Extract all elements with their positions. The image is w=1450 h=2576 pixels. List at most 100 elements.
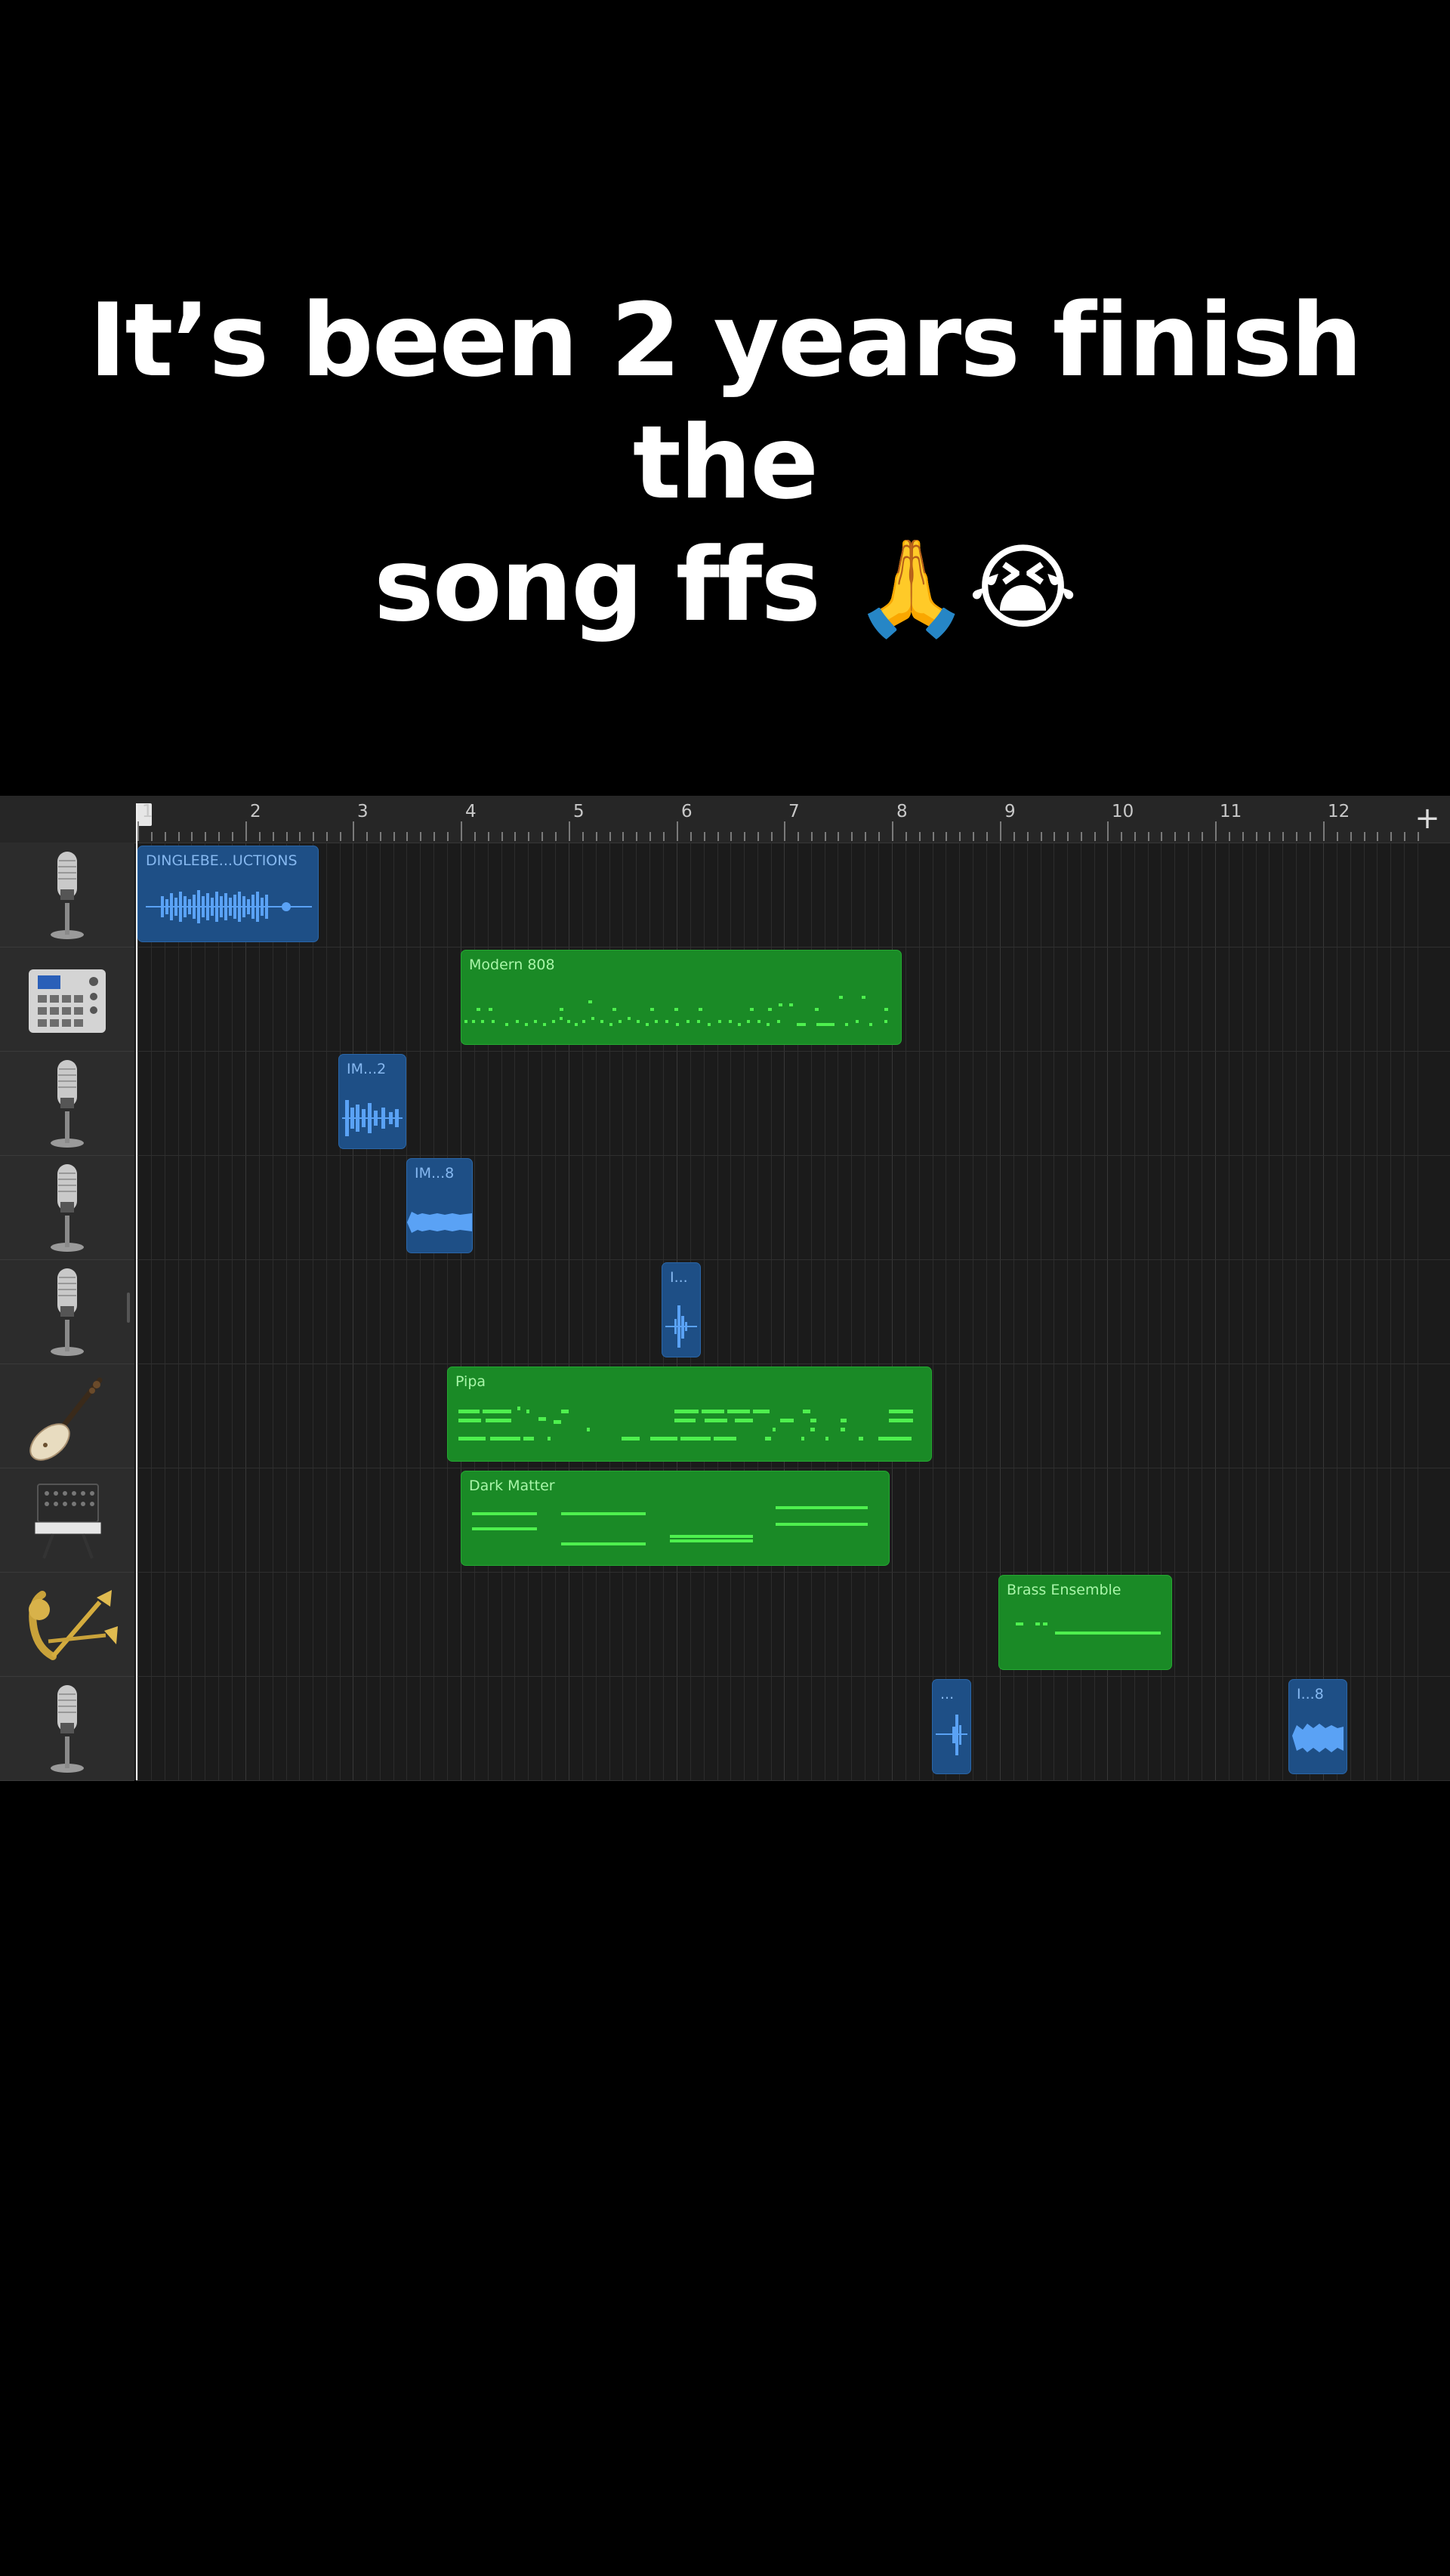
ruler-tick bbox=[596, 832, 597, 841]
track-header-7[interactable] bbox=[0, 1468, 134, 1573]
daw-tracks-view: + 1 2 3 4 5 6 7 8 9 10 11 12 DINGLEBE...… bbox=[0, 796, 1450, 1781]
ruler-tick bbox=[878, 832, 880, 841]
ruler-tick bbox=[1377, 832, 1378, 841]
ruler-tick bbox=[326, 832, 328, 841]
region-pipa[interactable]: Pipa bbox=[447, 1367, 932, 1462]
ruler-tick bbox=[811, 832, 813, 841]
ruler-tick bbox=[488, 832, 489, 841]
track-header-2[interactable] bbox=[0, 947, 134, 1052]
ruler-tick bbox=[1161, 832, 1162, 841]
ruler-tick bbox=[865, 832, 866, 841]
ruler-tick bbox=[474, 832, 476, 841]
audio-waveform bbox=[1292, 1724, 1344, 1752]
track-header-8[interactable] bbox=[0, 1572, 134, 1677]
ruler-tick bbox=[1000, 821, 1001, 841]
ruler-tick bbox=[609, 832, 611, 841]
ruler-tick bbox=[514, 832, 516, 841]
region-i[interactable]: I... bbox=[662, 1262, 701, 1357]
track-lane-8 bbox=[136, 1572, 1450, 1677]
ruler-tick bbox=[905, 832, 907, 841]
ruler-tick bbox=[690, 832, 692, 841]
ruler-tick bbox=[677, 821, 678, 841]
ruler-tick bbox=[1121, 832, 1122, 841]
ruler-tick bbox=[1310, 832, 1311, 841]
ruler-bar-number: 2 bbox=[250, 802, 261, 821]
caption-line-1: It’s been 2 years finish the bbox=[88, 282, 1363, 522]
region-modern-808[interactable]: Modern 808 bbox=[461, 950, 902, 1045]
midi-notes bbox=[1016, 1622, 1161, 1635]
pipa-icon bbox=[29, 1377, 103, 1461]
ruler-tick bbox=[353, 821, 354, 841]
ruler-tick bbox=[366, 832, 368, 841]
ruler-tick bbox=[165, 832, 166, 841]
ruler-tick bbox=[406, 832, 408, 841]
track-header-3[interactable] bbox=[0, 1051, 134, 1156]
ruler-bar-number: 4 bbox=[465, 802, 477, 821]
ruler-tick bbox=[892, 821, 893, 841]
ruler-tick bbox=[151, 832, 153, 841]
track-lane-5 bbox=[136, 1259, 1450, 1364]
ruler-bar-number: 11 bbox=[1220, 802, 1242, 821]
region-brass-ensemble[interactable]: Brass Ensemble bbox=[998, 1575, 1172, 1670]
ruler-tick bbox=[299, 832, 301, 841]
ruler-tick bbox=[771, 832, 773, 841]
playhead[interactable] bbox=[136, 803, 137, 1780]
ruler-tick bbox=[380, 832, 381, 841]
ruler-tick bbox=[1337, 832, 1338, 841]
region-im-2[interactable]: IM...2 bbox=[338, 1054, 406, 1149]
audio-waveform bbox=[665, 1305, 697, 1348]
track-header-9[interactable] bbox=[0, 1676, 134, 1781]
region-untitled-clip[interactable]: ... bbox=[932, 1679, 971, 1774]
region-im-8[interactable]: IM...8 bbox=[406, 1158, 473, 1253]
ruler-tick bbox=[1350, 832, 1352, 841]
midi-notes bbox=[472, 1506, 868, 1545]
brass-instruments-icon bbox=[29, 1590, 118, 1660]
ruler-bar-number: 10 bbox=[1112, 802, 1134, 821]
drum-machine-icon bbox=[29, 969, 106, 1033]
ruler-tick bbox=[1202, 832, 1203, 841]
add-track-button[interactable]: + bbox=[1409, 800, 1445, 837]
ruler-tick bbox=[1404, 832, 1405, 841]
ruler-tick bbox=[245, 821, 247, 841]
ruler-tick bbox=[259, 832, 261, 841]
ruler-tick bbox=[137, 821, 139, 841]
ruler-tick bbox=[933, 832, 934, 841]
ruler-tick bbox=[1229, 832, 1230, 841]
track-header-1[interactable] bbox=[0, 843, 134, 948]
midi-notes bbox=[464, 996, 888, 1026]
ruler-tick bbox=[798, 832, 799, 841]
ruler-tick bbox=[1282, 832, 1284, 841]
synthesizer-icon bbox=[34, 1484, 102, 1559]
ruler-tick bbox=[1188, 832, 1189, 841]
ruler-bar-number: 7 bbox=[788, 802, 800, 821]
track-header-4[interactable] bbox=[0, 1155, 134, 1260]
region-dinglebe-uctions[interactable]: DINGLEBE...UCTIONS bbox=[137, 846, 319, 942]
ruler-tick bbox=[178, 832, 180, 841]
track-lane-3 bbox=[136, 1051, 1450, 1156]
ruler-tick bbox=[1390, 832, 1392, 841]
ruler-tick bbox=[501, 832, 503, 841]
ruler-tick bbox=[730, 832, 732, 841]
track-header-5[interactable] bbox=[0, 1259, 134, 1364]
ruler-tick bbox=[1296, 832, 1297, 841]
microphone-icon bbox=[51, 1060, 84, 1148]
region-dark-matter[interactable]: Dark Matter bbox=[461, 1471, 890, 1566]
ruler-tick bbox=[461, 821, 462, 841]
ruler-tick bbox=[757, 832, 759, 841]
ruler-tick bbox=[273, 832, 274, 841]
ruler-tick bbox=[1174, 832, 1176, 841]
ruler-tick bbox=[205, 832, 206, 841]
track-header-resize-handle[interactable] bbox=[127, 1293, 130, 1323]
ruler-tick bbox=[1256, 832, 1257, 841]
ruler-tick bbox=[191, 832, 193, 841]
ruler-bar-number: 3 bbox=[357, 802, 369, 821]
ruler-tick bbox=[1242, 832, 1244, 841]
ruler-tick bbox=[433, 832, 435, 841]
timeline-ruler[interactable]: + 1 2 3 4 5 6 7 8 9 10 11 12 bbox=[0, 796, 1450, 843]
region-i-8[interactable]: I...8 bbox=[1288, 1679, 1347, 1774]
ruler-tick bbox=[1081, 832, 1082, 841]
ruler-tick bbox=[528, 832, 529, 841]
track-header-6[interactable] bbox=[0, 1363, 134, 1468]
caption-line-2: song ffs 🙏😭 bbox=[0, 524, 1450, 649]
ruler-tick bbox=[1107, 821, 1109, 841]
